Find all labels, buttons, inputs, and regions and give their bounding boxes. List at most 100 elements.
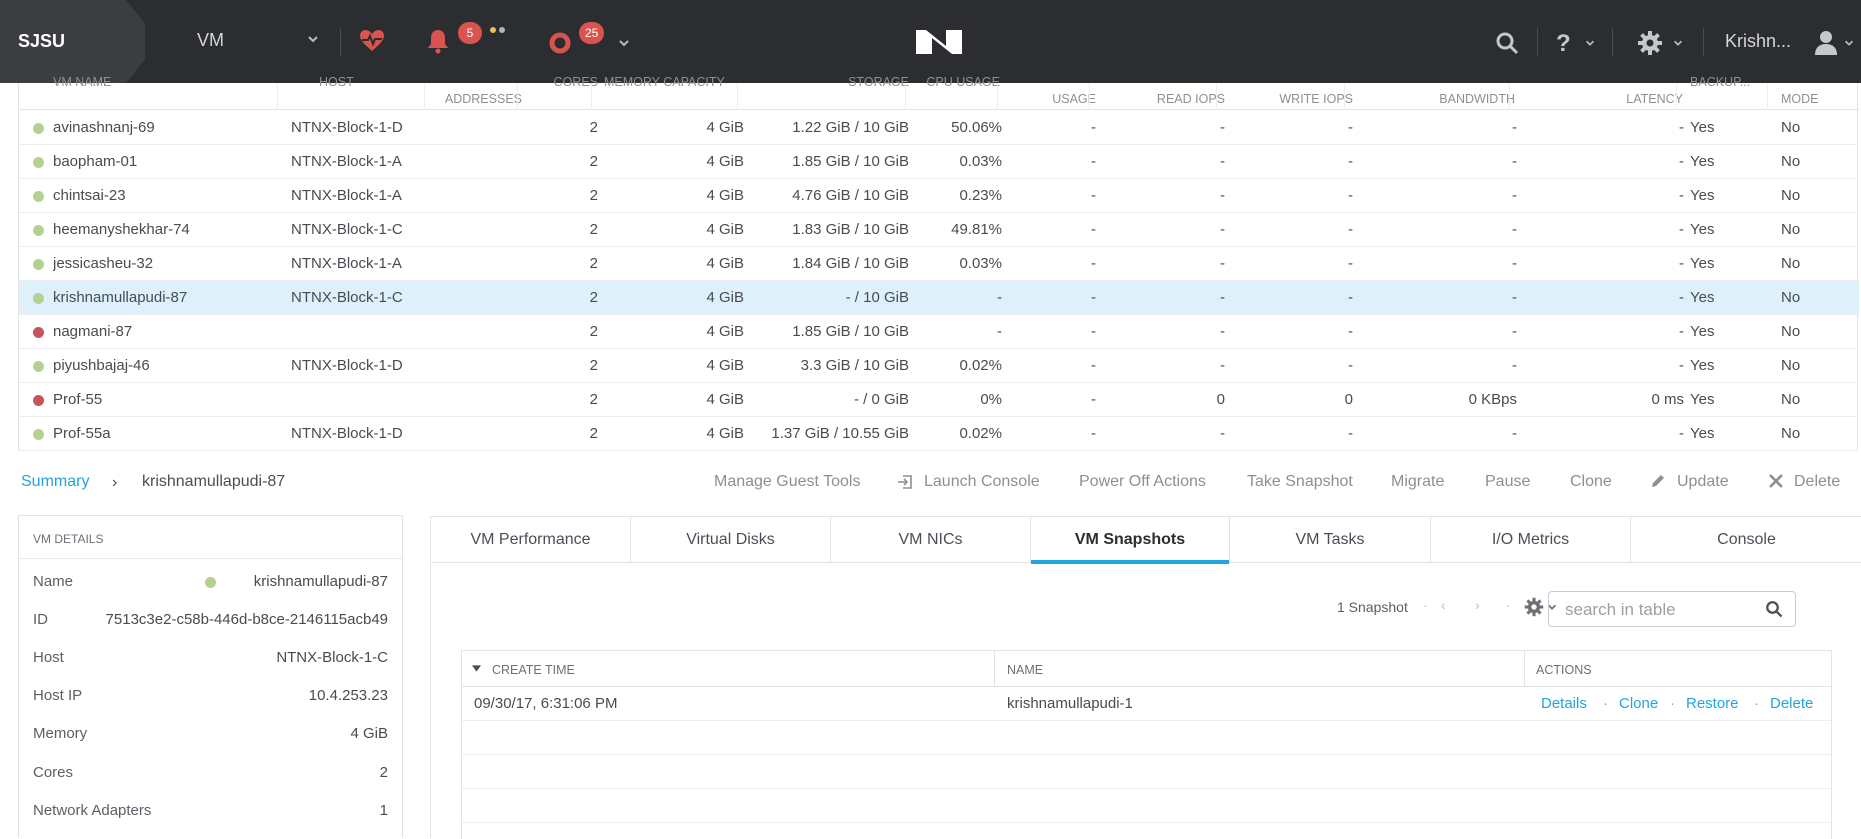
status-on-dot xyxy=(33,429,44,440)
snapshot-restore-link[interactable]: Restore xyxy=(1686,687,1739,721)
power-off-actions-button[interactable]: Power Off Actions xyxy=(1079,473,1206,491)
take-snapshot-button[interactable]: Take Snapshot xyxy=(1247,473,1353,491)
col-name[interactable]: NAME xyxy=(1007,663,1043,677)
vm-table-row[interactable]: heemanyshekhar-74 NTNX-Block-1-C 2 4 GiB 1.8… xyxy=(19,213,1859,247)
vm-bandwidth-cell: - xyxy=(1512,323,1517,340)
user-name[interactable]: Krishn... xyxy=(1725,31,1791,52)
tab-console[interactable]: Console xyxy=(1631,517,1861,563)
sort-desc-icon[interactable] xyxy=(472,665,481,672)
column-divider xyxy=(1524,651,1525,687)
vm-backup-cell: Yes xyxy=(1690,357,1715,374)
vm-memory-cell: 4 GiB xyxy=(706,357,744,374)
col-latency[interactable]: LATENCY xyxy=(1519,93,1683,106)
chevron-down-icon[interactable] xyxy=(1584,37,1596,49)
update-button[interactable]: Update xyxy=(1677,473,1729,491)
tab-vm-tasks[interactable]: VM Tasks xyxy=(1230,517,1431,563)
col-create-time[interactable]: CREATE TIME xyxy=(492,663,575,677)
tab-vm-performance[interactable]: VM Performance xyxy=(431,517,631,563)
view-selector[interactable]: VM xyxy=(197,30,224,51)
launch-console-button[interactable]: Launch Console xyxy=(924,473,1040,491)
vm-table-row[interactable]: baopham-01 NTNX-Block-1-A 2 4 GiB 1.85 GiB /… xyxy=(19,145,1859,179)
snapshots-table: CREATE TIME NAME ACTIONS 09/30/17, 6:31:… xyxy=(461,650,1832,839)
col-backup[interactable]: BACKUP... xyxy=(1690,76,1768,89)
chevron-down-icon[interactable] xyxy=(617,36,631,50)
snapshot-row[interactable]: 09/30/17, 6:31:06 PM krishnamullapudi-1 … xyxy=(462,687,1831,721)
snapshot-clone-link[interactable]: Clone xyxy=(1619,687,1658,721)
pause-button[interactable]: Pause xyxy=(1485,473,1530,491)
vm-storage-cell: 1.85 GiB / 10 GiB xyxy=(792,323,909,340)
vm-cpu-usage-cell: 0.02% xyxy=(959,425,1002,442)
chevron-down-icon[interactable] xyxy=(1843,37,1855,49)
health-heart-icon[interactable] xyxy=(359,29,385,53)
next-page-icon[interactable]: › xyxy=(1475,597,1480,613)
nutanix-logo-icon xyxy=(916,30,962,54)
vm-read-iops-cell: - xyxy=(1220,119,1225,136)
snapshot-delete-link[interactable]: Delete xyxy=(1770,687,1813,721)
vm-table-row[interactable]: nagmani-87 2 4 GiB 1.85 GiB / 10 GiB - - - - - - Y… xyxy=(19,315,1859,349)
tab-io-metrics[interactable]: I/O Metrics xyxy=(1431,517,1631,563)
previous-page-icon[interactable]: ‹ xyxy=(1441,597,1446,613)
launch-console-icon[interactable] xyxy=(897,474,913,490)
vm-table-row[interactable]: avinashnanj-69 NTNX-Block-1-D 2 4 GiB 1.22 G… xyxy=(19,111,1859,145)
col-storage[interactable]: STORAGE xyxy=(779,76,909,89)
clone-button[interactable]: Clone xyxy=(1570,473,1612,491)
detail-label: Cores xyxy=(33,764,74,781)
pencil-icon[interactable] xyxy=(1650,473,1666,489)
tasks-ring-icon[interactable] xyxy=(548,31,572,55)
vm-table-row[interactable]: chintsai-23 NTNX-Block-1-A 2 4 GiB 4.76 GiB … xyxy=(19,179,1859,213)
col-vm-name[interactable]: VM NAME xyxy=(53,76,111,89)
col-bandwidth[interactable]: BANDWIDTH xyxy=(1349,93,1515,106)
column-divider xyxy=(994,651,995,687)
col-memory[interactable]: MEMORY CAPACITY xyxy=(604,76,725,89)
search-input[interactable] xyxy=(1565,599,1755,621)
vm-table-row[interactable]: jessicasheu-32 NTNX-Block-1-A 2 4 GiB 1.84 G… xyxy=(19,247,1859,281)
table-settings-gear-icon[interactable] xyxy=(1524,597,1544,617)
vm-mode-cell: No xyxy=(1781,323,1801,340)
col-cpu-usage[interactable]: CPU USAGE xyxy=(904,76,1000,89)
bell-alert-icon[interactable] xyxy=(426,28,450,54)
chevron-down-icon[interactable] xyxy=(306,32,320,46)
tab-virtual-disks[interactable]: Virtual Disks xyxy=(631,517,831,563)
col-cores[interactable]: CORES xyxy=(519,76,598,89)
chevron-down-icon[interactable] xyxy=(1672,37,1684,49)
vm-table-row[interactable]: krishnamullapudi-87 NTNX-Block-1-C 2 4 GiB -… xyxy=(19,281,1859,315)
vm-read-iops-cell: - xyxy=(1220,221,1225,238)
vm-cpu-usage-cell: 0.02% xyxy=(959,357,1002,374)
tab-vm-nics[interactable]: VM NICs xyxy=(831,517,1031,563)
vm-memory-cell: 4 GiB xyxy=(706,221,744,238)
col-usage[interactable]: USAGE xyxy=(1009,93,1096,106)
vm-table-row[interactable]: Prof-55 2 4 GiB - / 0 GiB 0% - 0 0 0 KBps 0 ms Yes… xyxy=(19,383,1859,417)
col-mode[interactable]: MODE xyxy=(1781,93,1819,106)
col-host[interactable]: HOST xyxy=(319,76,354,89)
user-avatar-icon[interactable] xyxy=(1814,29,1838,55)
vm-host-cell: NTNX-Block-1-A xyxy=(291,255,402,272)
vm-write-iops-cell: 0 xyxy=(1344,391,1353,408)
manage-guest-tools-button[interactable]: Manage Guest Tools xyxy=(714,473,860,491)
search-icon[interactable] xyxy=(1495,31,1519,55)
vm-read-iops-cell: 0 xyxy=(1216,391,1225,408)
vm-storage-cell: 1.37 GiB / 10.55 GiB xyxy=(771,425,909,442)
cluster-brand[interactable]: SJSU xyxy=(0,0,145,83)
col-write-iops[interactable]: WRITE IOPS xyxy=(1219,93,1353,106)
close-icon[interactable] xyxy=(1768,473,1784,489)
delete-button[interactable]: Delete xyxy=(1794,473,1840,491)
table-search[interactable] xyxy=(1548,591,1796,627)
vm-cores-cell: 2 xyxy=(589,255,598,272)
detail-value-host-ip: 10.4.253.23 xyxy=(308,687,388,704)
search-icon[interactable] xyxy=(1765,600,1783,618)
help-question-icon[interactable]: ? xyxy=(1556,30,1571,58)
vm-table-row[interactable]: Prof-55a NTNX-Block-1-D 2 4 GiB 1.37 GiB / 1… xyxy=(19,417,1859,451)
vm-mode-cell: No xyxy=(1781,119,1801,136)
gear-icon[interactable] xyxy=(1637,30,1663,56)
migrate-button[interactable]: Migrate xyxy=(1391,473,1444,491)
vm-storage-cell: 1.84 GiB / 10 GiB xyxy=(792,255,909,272)
col-read-iops[interactable]: READ IOPS xyxy=(1109,93,1225,106)
dot-separator: · xyxy=(1423,597,1428,613)
vm-mode-cell: No xyxy=(1781,289,1801,306)
snapshot-details-link[interactable]: Details xyxy=(1541,687,1587,721)
tab-vm-snapshots[interactable]: VM Snapshots xyxy=(1031,517,1230,564)
vm-storage-cell: 3.3 GiB / 10 GiB xyxy=(800,357,909,374)
col-addresses[interactable]: ADDRESSES xyxy=(429,93,522,106)
vm-table-row[interactable]: piyushbajaj-46 NTNX-Block-1-D 2 4 GiB 3.3 Gi… xyxy=(19,349,1859,383)
summary-breadcrumb-link[interactable]: Summary xyxy=(21,473,89,491)
